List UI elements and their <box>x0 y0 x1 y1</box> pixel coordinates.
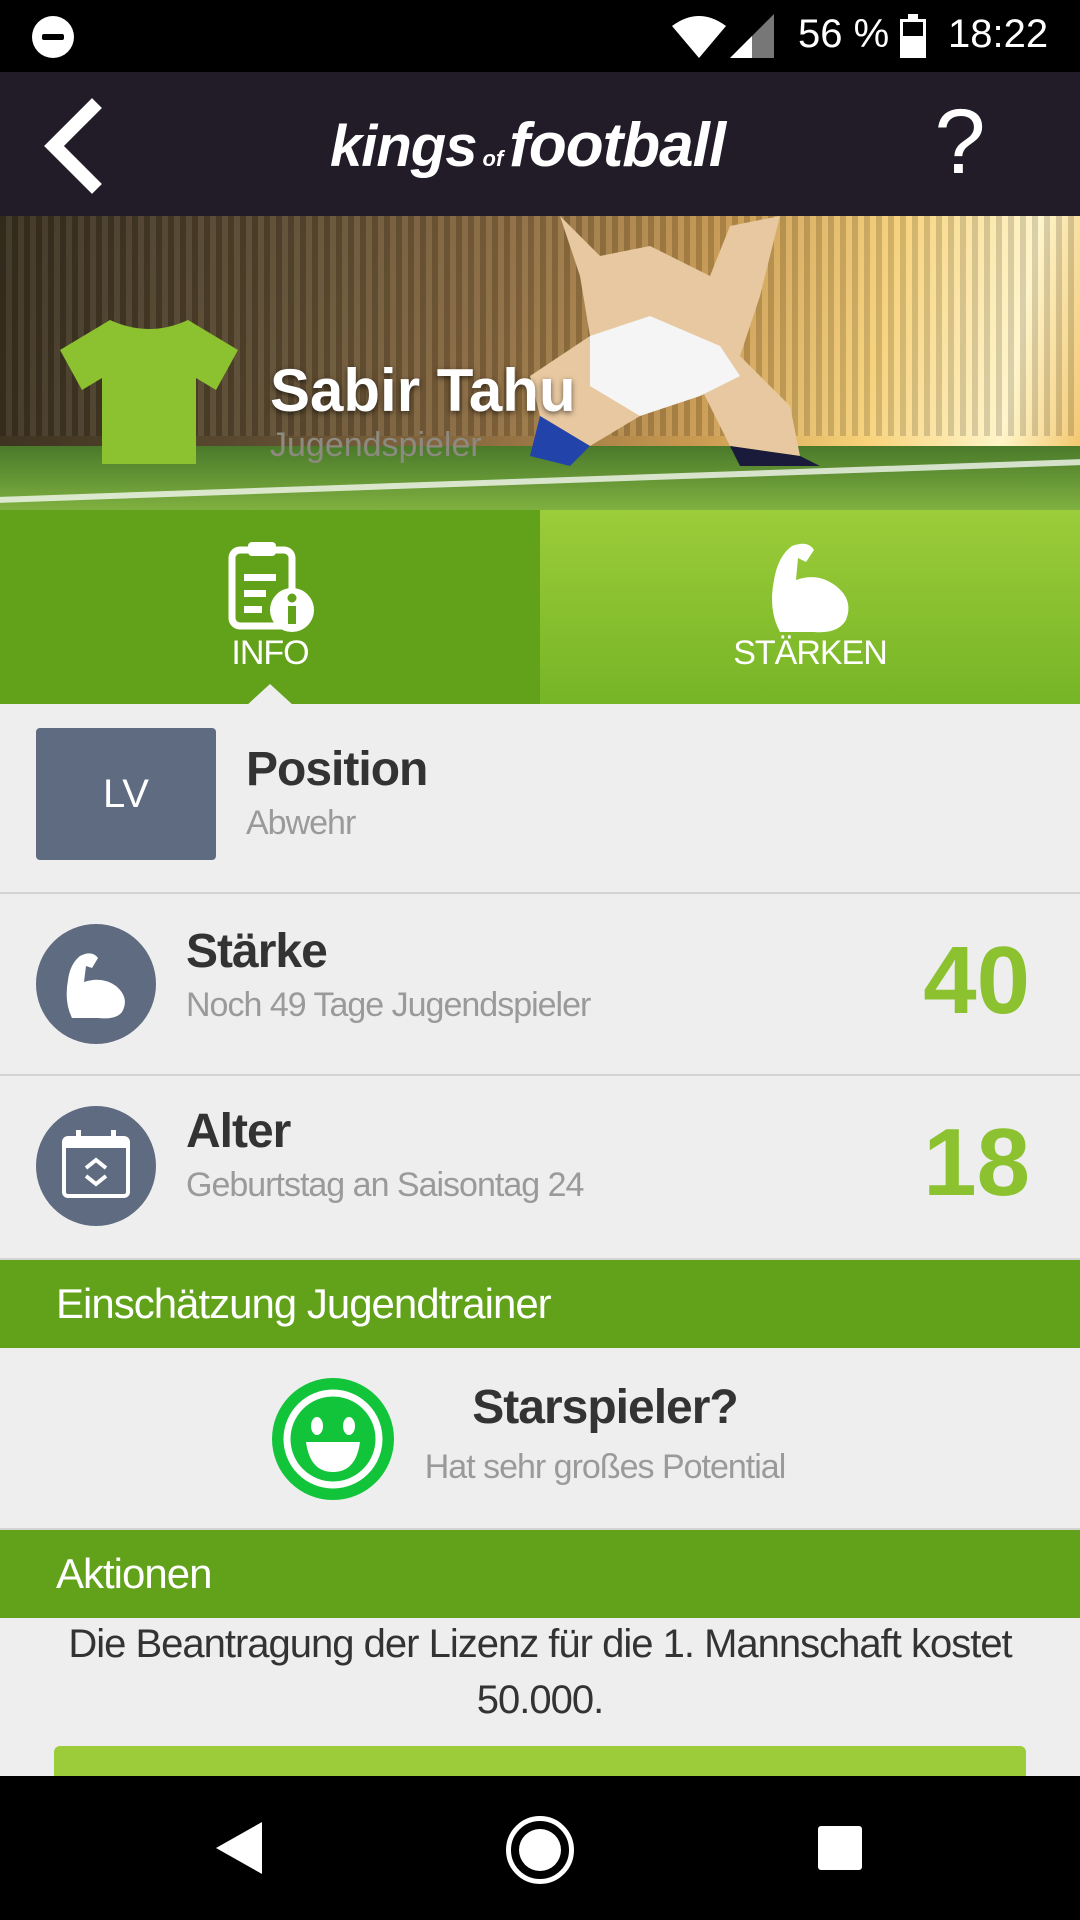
position-value: Abwehr <box>246 804 356 842</box>
document-info-icon <box>228 542 314 632</box>
logo-word-of: of <box>482 146 504 171</box>
jersey-icon <box>60 320 238 464</box>
coach-assessment-header: Einschätzung Jugendtrainer <box>0 1260 1080 1348</box>
chevron-left-icon <box>44 98 102 194</box>
strength-title: Stärke <box>186 925 328 978</box>
flexed-bicep-icon <box>66 953 125 1019</box>
position-badge: LV <box>36 728 216 860</box>
strength-subtitle: Noch 49 Tage Jugendspieler <box>186 986 591 1024</box>
strength-value: 40 <box>923 927 1030 1034</box>
player-role: Jugendspieler <box>270 426 482 464</box>
player-hero-banner: Sabir Tahu Jugendspieler <box>0 216 1080 510</box>
logo-word-kings: kings <box>330 114 477 179</box>
coach-assessment-subtitle: Hat sehr großes Potential <box>424 1448 787 1486</box>
tab-info-label: INFO <box>231 634 309 672</box>
age-title: Alter <box>186 1105 291 1158</box>
actions-header: Aktionen <box>0 1530 1080 1618</box>
logo-word-football: football <box>509 111 726 180</box>
position-row: LV Position Abwehr <box>0 704 1080 894</box>
back-button[interactable] <box>30 96 130 196</box>
nav-recent-apps-button[interactable] <box>818 1826 862 1870</box>
smiley-face-icon <box>272 1378 394 1500</box>
strength-row: Stärke Noch 49 Tage Jugendspieler 40 <box>0 894 1080 1076</box>
system-nav-bar <box>0 1776 1080 1920</box>
wifi-icon <box>672 16 726 58</box>
battery-percentage: 56 % <box>798 12 890 56</box>
apply-license-button[interactable] <box>54 1746 1026 1776</box>
status-bar: 56 % 18:22 <box>0 0 1080 72</box>
coach-assessment-title: Starspieler? <box>472 1381 738 1434</box>
clock: 18:22 <box>948 12 1049 56</box>
app-header: kings offootball ? <box>0 72 1080 216</box>
strength-icon-circle <box>36 924 156 1044</box>
info-content: LV Position Abwehr Stärke Noch 49 Tage J… <box>0 704 1080 1776</box>
nav-home-button[interactable] <box>506 1816 574 1884</box>
age-value: 18 <box>923 1109 1030 1216</box>
flexed-bicep-icon <box>772 543 849 633</box>
app-logo: kings offootball <box>330 110 760 180</box>
do-not-disturb-icon <box>32 16 74 58</box>
license-cost-text: Die Beantragung der Lizenz für die 1. Ma… <box>68 1622 1012 1722</box>
tab-staerken[interactable]: STÄRKEN <box>540 510 1080 704</box>
age-icon-circle <box>36 1106 156 1226</box>
celebrating-player-image <box>530 216 820 466</box>
calendar-icon <box>62 1130 130 1198</box>
player-tabs: INFO STÄRKEN <box>0 510 1080 704</box>
tab-info[interactable]: INFO <box>0 510 540 704</box>
battery-icon <box>900 14 926 58</box>
position-title: Position <box>246 743 428 796</box>
signal-icon <box>730 14 774 58</box>
selected-tab-indicator <box>246 684 294 706</box>
age-row: Alter Geburtstag an Saisontag 24 18 <box>0 1076 1080 1260</box>
coach-assessment-row: Starspieler? Hat sehr großes Potential <box>0 1348 1080 1530</box>
player-name: Sabir Tahu <box>270 357 576 424</box>
help-button[interactable]: ? <box>920 92 1000 192</box>
nav-back-icon[interactable] <box>210 1818 270 1878</box>
age-subtitle: Geburtstag an Saisontag 24 <box>186 1166 584 1204</box>
tab-staerken-label: STÄRKEN <box>733 634 888 672</box>
